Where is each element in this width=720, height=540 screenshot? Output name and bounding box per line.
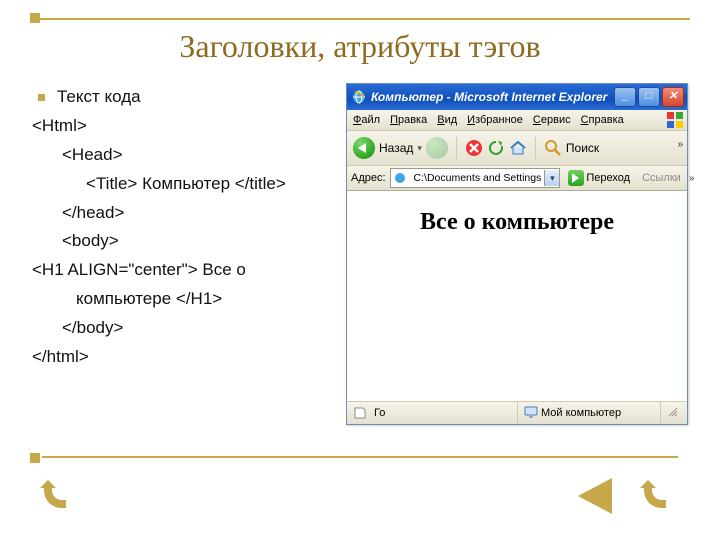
menu-edit[interactable]: Правка (390, 114, 427, 126)
maximize-button[interactable]: □ (638, 87, 660, 107)
address-value: C:\Documents and Settings (414, 172, 542, 184)
nav-return-button[interactable] (36, 478, 72, 514)
code-column: Текст кода <Html> <Head> <Title> Компьют… (32, 83, 336, 425)
status-left-text: Го (374, 407, 385, 419)
toolbar-divider (456, 137, 457, 159)
go-button[interactable]: Переход (564, 169, 634, 187)
close-button[interactable]: ✕ (662, 87, 684, 107)
forward-icon (426, 137, 448, 159)
address-label: Адрес: (351, 172, 386, 184)
address-bar: Адрес: C:\Documents and Settings ▾ Перех… (347, 166, 687, 191)
menu-file[interactable]: Файл (353, 114, 380, 126)
code-line: <H1 ALIGN="center"> Все о (32, 256, 336, 285)
links-overflow-icon[interactable]: » (689, 173, 695, 184)
corner-decoration (30, 453, 40, 463)
back-icon[interactable] (353, 137, 375, 159)
go-label: Переход (586, 172, 630, 184)
window-titlebar: Компьютер - Microsoft Internet Explorer … (347, 84, 687, 110)
statusbar: Го Мой компьютер (347, 401, 687, 424)
nav-previous-button[interactable] (576, 478, 612, 514)
ie-page-icon (393, 171, 407, 185)
code-line: компьютере </H1> (76, 285, 336, 314)
menubar: Файл Правка Вид Избранное Сервис Справка (347, 110, 687, 131)
windows-flag-icon (666, 111, 684, 129)
code-line: <Title> Компьютер </title> (86, 170, 336, 199)
minimize-button[interactable]: _ (614, 87, 636, 107)
bullet-icon (38, 94, 45, 101)
menu-view[interactable]: Вид (437, 114, 457, 126)
ie-logo-icon (351, 89, 367, 105)
code-line: </head> (62, 199, 336, 228)
back-button-label[interactable]: Назад (379, 141, 413, 155)
code-line: <body> (62, 227, 336, 256)
menu-favorites[interactable]: Избранное (467, 114, 523, 126)
menu-help[interactable]: Справка (581, 114, 624, 126)
page-h1: Все о компьютере (347, 209, 687, 236)
window-title: Компьютер - Microsoft Internet Explorer (371, 90, 607, 104)
search-icon[interactable] (544, 139, 562, 157)
toolbar: Назад ▾ (347, 131, 687, 166)
address-dropdown-icon[interactable]: ▾ (544, 170, 559, 186)
resize-grip-icon[interactable] (667, 406, 679, 421)
code-heading: Текст кода (57, 83, 141, 112)
refresh-icon[interactable] (487, 139, 505, 157)
go-arrow-icon (568, 170, 584, 186)
search-button-label[interactable]: Поиск (566, 141, 599, 155)
bottom-rule (42, 456, 678, 458)
code-line: </body> (62, 314, 336, 343)
toolbar-divider (535, 137, 536, 159)
top-rule (30, 18, 690, 20)
links-button[interactable]: Ссылки (638, 172, 685, 184)
browser-window: Компьютер - Microsoft Internet Explorer … (346, 83, 688, 425)
corner-decoration (30, 13, 40, 23)
status-zone-text: Мой компьютер (541, 407, 621, 419)
toolbar-overflow-icon[interactable]: » (677, 139, 683, 150)
code-line: <Html> (32, 112, 336, 141)
menu-tools[interactable]: Сервис (533, 114, 571, 126)
code-line: <Head> (62, 141, 336, 170)
ie-status-icon (353, 406, 367, 420)
chevron-down-icon[interactable]: ▾ (417, 143, 422, 154)
home-icon[interactable] (509, 139, 527, 157)
code-line: </html> (32, 343, 336, 372)
page-content: Все о компьютере (347, 191, 687, 405)
address-input[interactable]: C:\Documents and Settings ▾ (390, 168, 561, 188)
nav-return-button[interactable] (636, 478, 672, 514)
computer-icon (524, 405, 538, 422)
stop-icon[interactable] (465, 139, 483, 157)
slide-title: Заголовки, атрибуты тэгов (18, 28, 702, 65)
